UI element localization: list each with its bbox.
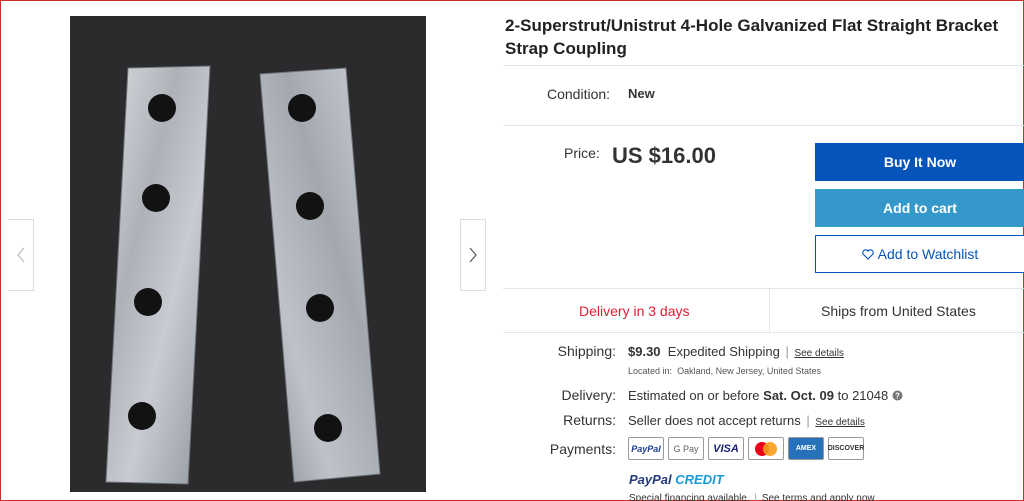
shipping-value: $9.30 Expedited Shipping | See details: [628, 344, 844, 359]
shipping-cost: $9.30: [628, 344, 661, 359]
mastercard-icon: [748, 437, 784, 460]
paypal-credit-word-1: PayPal: [629, 472, 672, 487]
separator: |: [785, 344, 789, 359]
shipping-label: Shipping:: [557, 343, 616, 359]
delivery-value: Estimated on or before Sat. Oct. 09 to 2…: [628, 388, 903, 403]
chevron-right-icon: [469, 247, 477, 263]
shipping-method: Expedited Shipping: [667, 344, 780, 359]
delivery-prefix: Estimated on or before: [628, 388, 760, 403]
divider: [769, 289, 770, 332]
returns-policy: Seller does not accept returns: [628, 413, 801, 428]
divider: [503, 125, 1024, 126]
help-icon[interactable]: ?: [892, 390, 903, 401]
separator: |: [754, 493, 758, 501]
product-photo[interactable]: [70, 16, 426, 492]
delivery-days: Delivery in 3 days: [579, 303, 690, 319]
condition-value: New: [628, 86, 655, 101]
previous-image-button[interactable]: [8, 219, 34, 291]
heart-icon: [861, 248, 874, 260]
delivery-zip[interactable]: 21048: [852, 388, 888, 403]
payments-label: Payments:: [549, 441, 616, 457]
delivery-date: Sat. Oct. 09: [763, 388, 834, 403]
returns-label: Returns:: [563, 412, 616, 428]
add-to-cart-button[interactable]: Add to cart: [815, 189, 1024, 227]
watchlist-label: Add to Watchlist: [877, 246, 979, 262]
shipping-see-details-link[interactable]: See details: [794, 348, 843, 359]
item-location: Located in: Oakland, New Jersey, United …: [628, 366, 821, 376]
financing-link[interactable]: See terms and apply now: [762, 493, 875, 501]
delivery-summary: Delivery in 3 days Ships from United Sta…: [503, 288, 1024, 333]
google-pay-icon: G Pay: [668, 437, 704, 460]
returns-value: Seller does not accept returns | See det…: [628, 413, 865, 428]
next-image-button[interactable]: [460, 219, 486, 291]
paypal-icon: PayPal: [628, 437, 664, 460]
add-to-watchlist-button[interactable]: Add to Watchlist: [815, 235, 1024, 273]
paypal-credit-logo: PayPal CREDIT: [629, 472, 724, 487]
price-label: Price:: [564, 145, 600, 161]
buy-it-now-button[interactable]: Buy It Now: [815, 143, 1024, 181]
paypal-credit-word-2: CREDIT: [675, 472, 724, 487]
visa-icon: VISA: [708, 437, 744, 460]
separator: |: [806, 413, 810, 428]
divider: [503, 65, 1024, 66]
price-value: US $16.00: [612, 143, 716, 168]
amex-icon: AMEX: [788, 437, 824, 460]
discover-icon: DISCOVER: [828, 437, 864, 460]
delivery-to: to: [837, 388, 849, 403]
listing-details: 2-Superstrut/Unistrut 4-Hole Galvanized …: [503, 0, 1024, 501]
svg-text:?: ?: [895, 391, 900, 400]
returns-see-details-link[interactable]: See details: [815, 417, 864, 428]
payment-methods: PayPal G Pay VISA AMEX DISCOVER: [628, 437, 864, 460]
chevron-left-icon: [16, 247, 24, 263]
located-prefix: Located in:: [628, 366, 673, 376]
condition-label: Condition:: [547, 86, 611, 102]
listing-title: 2-Superstrut/Unistrut 4-Hole Galvanized …: [505, 16, 999, 58]
financing-text: Special financing available.: [629, 493, 750, 501]
ships-from: Ships from United States: [821, 303, 976, 319]
financing-note: Special financing available. | See terms…: [629, 493, 875, 501]
located-value: Oakland, New Jersey, United States: [677, 366, 821, 376]
image-gallery: [8, 16, 486, 492]
delivery-label: Delivery:: [561, 387, 616, 403]
